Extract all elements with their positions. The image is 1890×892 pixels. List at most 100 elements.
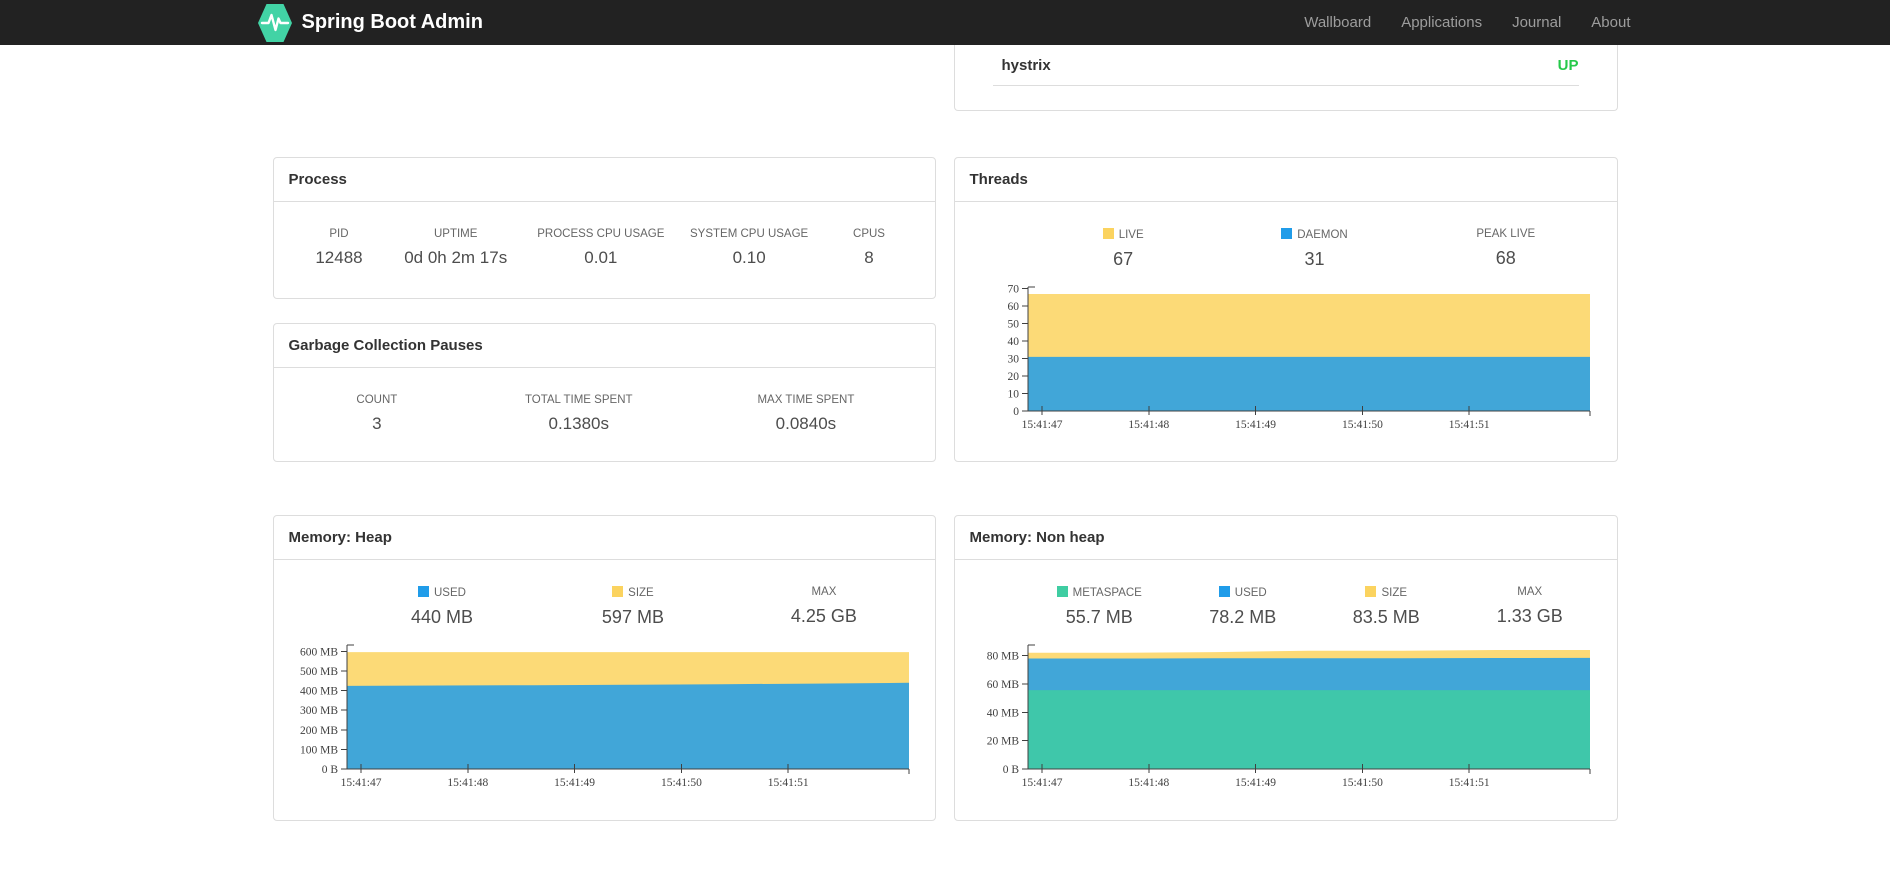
series-used — [346, 682, 909, 769]
svg-text:40 MB: 40 MB — [986, 707, 1019, 719]
health-panel: hystrix UP — [953, 45, 1618, 111]
metric-label: METASPACE — [1028, 586, 1172, 599]
metric-system-cpu-usage: SYSTEM CPU USAGE 0.10 — [680, 228, 819, 268]
metric-used: USED 440 MB — [347, 586, 538, 628]
threads-legend: LIVE 67 DAEMON 31 PEAK LIVE 68 — [1028, 228, 1602, 270]
legend-swatch-icon — [612, 586, 624, 597]
metric-label: MAX — [1517, 586, 1543, 598]
threads-area-chart: 0 10 20 30 40 50 60 70 15:41:47 15:41:48 15:41:49 1… — [1007, 284, 1590, 431]
brand-link[interactable]: Spring Boot Admin — [257, 3, 483, 42]
metric-metaspace: METASPACE 55.7 MB — [1028, 586, 1172, 628]
nav-item-applications[interactable]: Applications — [1386, 0, 1497, 45]
svg-text:15:41:47: 15:41:47 — [1021, 419, 1062, 431]
metric-label: PEAK LIVE — [1476, 228, 1536, 240]
svg-text:600 MB: 600 MB — [299, 646, 337, 658]
legend-swatch-icon — [1102, 228, 1114, 239]
metric-value: 0d 0h 2m 17s — [404, 248, 508, 267]
metric-label: MAX — [811, 586, 837, 598]
metric-value: 55.7 MB — [1065, 607, 1133, 627]
metric-cpus: CPUS 8 — [819, 228, 920, 268]
svg-text:15:41:47: 15:41:47 — [340, 777, 381, 789]
metric-label: SIZE — [537, 586, 728, 599]
top-navbar: Spring Boot Admin Wallboard Applications… — [0, 0, 1890, 45]
spring-boot-admin-logo-icon — [257, 3, 292, 42]
metric-label: PID — [329, 228, 349, 240]
metric-count: COUNT 3 — [289, 394, 466, 434]
svg-text:100 MB: 100 MB — [299, 744, 337, 756]
gc-metrics: COUNT 3 TOTAL TIME SPENT 0.1380s MAX TIME SP… — [289, 394, 920, 434]
metric-total-time-spent: TOTAL TIME SPENT 0.1380s — [465, 394, 692, 434]
panel-title: Process — [273, 158, 935, 202]
metric-size: SIZE 83.5 MB — [1315, 586, 1459, 628]
svg-text:15:41:50: 15:41:50 — [660, 777, 701, 789]
metric-peak-live: PEAK LIVE 68 — [1410, 228, 1601, 270]
metric-uptime: UPTIME 0d 0h 2m 17s — [389, 228, 522, 268]
svg-text:60: 60 — [1007, 301, 1019, 313]
metric-value: 78.2 MB — [1209, 607, 1277, 627]
metric-value: 597 MB — [601, 607, 664, 627]
navbar-links: Wallboard Applications Journal About — [1289, 0, 1632, 45]
metric-value: 1.33 GB — [1496, 606, 1563, 626]
svg-text:15:41:51: 15:41:51 — [1448, 777, 1489, 789]
series-daemon — [1027, 356, 1590, 411]
svg-text:60 MB: 60 MB — [986, 679, 1019, 691]
svg-text:0 B: 0 B — [1002, 764, 1019, 776]
svg-text:15:41:49: 15:41:49 — [1235, 777, 1276, 789]
memory-heap-panel: Memory: Heap USED 440 MB SIZE 597 MB MAX 4.25… — [272, 515, 936, 821]
nav-item-wallboard[interactable]: Wallboard — [1289, 0, 1386, 45]
svg-text:15:41:48: 15:41:48 — [1128, 419, 1169, 431]
metric-label: USED — [347, 586, 538, 599]
series-metaspace — [1027, 690, 1590, 769]
health-indicator-name: hystrix — [1001, 56, 1051, 74]
metric-value: 67 — [1113, 249, 1134, 269]
heap-legend: USED 440 MB SIZE 597 MB MAX 4.25 GB — [347, 586, 920, 628]
legend-swatch-icon — [1281, 228, 1293, 239]
heap-chart: 0 B 100 MB 200 MB 300 MB 400 MB 500 MB 600 MB 1… — [289, 641, 920, 793]
nav-item-about[interactable]: About — [1576, 0, 1632, 45]
svg-text:300 MB: 300 MB — [299, 705, 337, 717]
svg-text:200 MB: 200 MB — [299, 725, 337, 737]
metric-label: TOTAL TIME SPENT — [524, 394, 633, 406]
metric-size: SIZE 597 MB — [537, 586, 728, 628]
nav-item-journal[interactable]: Journal — [1497, 0, 1576, 45]
svg-text:20: 20 — [1007, 371, 1019, 383]
svg-text:15:41:49: 15:41:49 — [554, 777, 595, 789]
metric-process-cpu-usage: PROCESS CPU USAGE 0.01 — [522, 228, 680, 268]
panel-title: Threads — [954, 158, 1617, 202]
brand-title: Spring Boot Admin — [301, 11, 483, 33]
panel-title: Memory: Non heap — [954, 516, 1617, 560]
metric-live: LIVE 67 — [1028, 228, 1219, 270]
svg-text:15:41:48: 15:41:48 — [1128, 777, 1169, 789]
process-panel: Process PID 12488 UPTIME 0d 0h 2m 17s PROCES… — [272, 157, 936, 299]
metric-max-time-spent: MAX TIME SPENT 0.0840s — [692, 394, 919, 434]
svg-text:15:41:51: 15:41:51 — [1448, 419, 1489, 431]
svg-text:15:41:51: 15:41:51 — [767, 777, 808, 789]
legend-swatch-icon — [1218, 586, 1230, 597]
panel-title: Garbage Collection Pauses — [273, 324, 935, 368]
metric-used: USED 78.2 MB — [1171, 586, 1315, 628]
svg-text:15:41:50: 15:41:50 — [1341, 419, 1382, 431]
svg-text:80 MB: 80 MB — [986, 651, 1019, 663]
svg-text:15:41:49: 15:41:49 — [1235, 419, 1276, 431]
health-row-hystrix: hystrix UP — [992, 45, 1579, 86]
metric-label: UPTIME — [433, 228, 478, 240]
metric-pid: PID 12488 — [289, 228, 390, 268]
svg-text:20 MB: 20 MB — [986, 736, 1019, 748]
metric-value: 68 — [1495, 248, 1516, 268]
threads-panel: Threads LIVE 67 DAEMON 31 PEAK LIVE 68 0 10 20 3… — [953, 157, 1618, 462]
memory-nonheap-panel: Memory: Non heap METASPACE 55.7 MB USED 78.… — [953, 515, 1618, 821]
nonheap-area-chart: 0 B 20 MB 40 MB 60 MB 80 MB 15:41:47 15:41:48 1… — [986, 644, 1590, 789]
legend-swatch-icon — [1365, 586, 1377, 597]
svg-text:0 B: 0 B — [321, 764, 338, 776]
svg-text:70: 70 — [1007, 284, 1019, 296]
metric-value: 0.0840s — [775, 414, 837, 433]
svg-text:15:41:50: 15:41:50 — [1341, 777, 1382, 789]
heap-area-chart: 0 B 100 MB 200 MB 300 MB 400 MB 500 MB 600 MB 1… — [299, 644, 909, 789]
empty-left-column — [273, 45, 936, 111]
metric-max: MAX 4.25 GB — [728, 586, 919, 628]
metric-label: LIVE — [1028, 228, 1219, 241]
svg-text:500 MB: 500 MB — [299, 666, 337, 678]
metric-label: SIZE — [1315, 586, 1459, 599]
metric-label: USED — [1171, 586, 1315, 599]
metric-value: 83.5 MB — [1352, 607, 1420, 627]
